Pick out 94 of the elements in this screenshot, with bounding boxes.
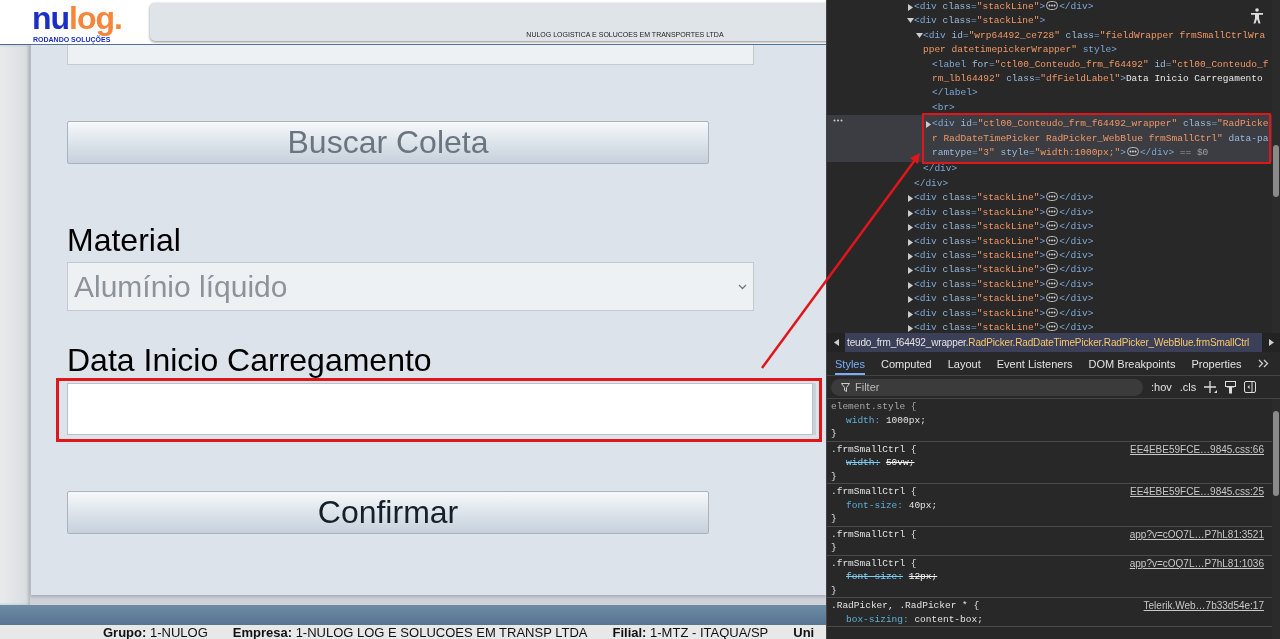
source-link[interactable]: Telerik.Web…7b33d54e:17 bbox=[1143, 599, 1264, 613]
expand-arrow-icon[interactable] bbox=[925, 121, 931, 129]
css-declaration: width: 50vw; bbox=[845, 456, 916, 470]
dom-node[interactable]: <div id="wrp64492_ce728" class="fieldWrapper frmSmallCtrlWrapper datetimepickerWrapper" style> bbox=[827, 28, 1272, 58]
panel-tab[interactable]: Layout bbox=[947, 352, 981, 375]
source-link[interactable]: EE4EBE59FCE…9845.css:25 bbox=[1130, 485, 1264, 499]
source-link[interactable]: app?v=cOQ7L…P7hL81:3521 bbox=[1129, 527, 1264, 541]
dom-node[interactable]: <div class="stackLine"> </div> bbox=[827, 292, 1272, 307]
filter-icon bbox=[841, 382, 850, 392]
expand-arrow-icon[interactable] bbox=[907, 296, 913, 304]
css-selector: .frmSmallCtrl { bbox=[831, 556, 917, 570]
closing-brace: } bbox=[831, 427, 838, 441]
css-selector: .frmSmallCtrl { bbox=[831, 442, 917, 456]
dom-node[interactable]: <div class="stackLine"> </div> bbox=[827, 234, 1272, 249]
closing-brace: } bbox=[831, 512, 838, 526]
dom-node[interactable]: <label for="ctl00_Conteudo_frm_f64492" id="ctl00_Conteudo_frm_lbl64492" class="dfFieldLabel">Data Inicio Carregamento </label> bbox=[827, 57, 1272, 101]
closing-brace: } bbox=[831, 583, 838, 597]
ellipsis-icon[interactable] bbox=[1046, 249, 1059, 259]
css-declaration: font-size: 12px; bbox=[845, 570, 939, 584]
expand-arrow-icon[interactable] bbox=[907, 310, 913, 318]
panel-tab[interactable]: Computed bbox=[880, 352, 932, 375]
accessibility-icon[interactable] bbox=[1250, 8, 1264, 24]
highlight-frame: <div id="ctl00_Conteudo_frm_f64492_wrapper" class="RadPicker RadDateTimePicker RadPicker_WebBlue frmSmallCtrl" data-paramtype="3" style="width:1000px;"> </div> == $0 bbox=[922, 113, 1271, 165]
ellipsis-icon[interactable] bbox=[1046, 221, 1059, 231]
css-selector: .RadPicker, .RadPicker * { bbox=[831, 599, 980, 613]
ellipsis-icon[interactable] bbox=[1046, 235, 1059, 245]
ellipsis-icon[interactable] bbox=[1126, 147, 1139, 157]
dom-node[interactable]: <div class="stackLine"> </div> bbox=[827, 263, 1272, 278]
dom-node[interactable]: <div id="ctl00_Conteudo_frm_f64492_wrapper" class="RadPicker RadDateTimePicker RadPicker_WebBlue frmSmallCtrl" data-paramtype="3" style="width:1000px;"> </div> == $0 bbox=[827, 115, 1272, 163]
status-item: Uni bbox=[793, 625, 815, 639]
expand-arrow-icon[interactable] bbox=[907, 252, 913, 260]
scroll-right-icon[interactable] bbox=[1268, 339, 1274, 346]
field-label: Material bbox=[67, 222, 181, 258]
ellipsis-icon[interactable] bbox=[1046, 321, 1059, 331]
panel-tab[interactable]: Properties bbox=[1191, 352, 1242, 375]
toolbar-button[interactable]: .cls bbox=[1179, 381, 1197, 393]
closing-brace: } bbox=[831, 469, 838, 483]
toolbar-button[interactable]: :hov bbox=[1151, 381, 1172, 393]
dom-node[interactable]: <div class="stackLine"> </div> bbox=[827, 320, 1272, 333]
dom-node[interactable]: <br> bbox=[827, 100, 1272, 116]
paint-roller-icon[interactable] bbox=[1225, 380, 1237, 394]
expand-arrow-icon[interactable] bbox=[907, 238, 913, 246]
dom-node[interactable]: <div class="stackLine"> bbox=[827, 14, 1272, 29]
more-icon[interactable] bbox=[833, 119, 843, 123]
expand-arrow-icon[interactable] bbox=[907, 195, 913, 203]
css-declaration: width: 1000px; bbox=[845, 413, 927, 427]
ellipsis-icon[interactable] bbox=[1046, 264, 1059, 274]
ellipsis-icon[interactable] bbox=[1046, 1, 1059, 10]
css-selector: .frmSmallCtrl { bbox=[831, 527, 917, 541]
logo-wordmark: nulog. bbox=[32, 0, 122, 36]
dom-node[interactable]: <div class="stackLine"> </div> bbox=[827, 0, 1272, 15]
dom-node[interactable]: <div class="stackLine"> </div> bbox=[827, 306, 1272, 321]
css-declaration: font-size: 40px; bbox=[845, 498, 939, 512]
sidebar-toggle-icon[interactable] bbox=[1244, 381, 1257, 393]
ellipsis-icon[interactable] bbox=[1046, 206, 1059, 216]
panel-tab[interactable]: Styles bbox=[835, 352, 865, 375]
dom-node[interactable]: <div class="stackLine"> </div> bbox=[827, 220, 1272, 235]
source-link[interactable]: app?v=cOQ7L…P7hL81:1036 bbox=[1129, 556, 1264, 570]
expand-arrow-icon[interactable] bbox=[907, 324, 913, 332]
panel-tab[interactable]: Event Listeners bbox=[996, 352, 1073, 375]
expand-arrow-icon[interactable] bbox=[907, 267, 913, 275]
status-item: Empresa: 1-NULOG LOG E SOLUCOES EM TRANSP LTDA bbox=[232, 625, 588, 639]
date-field[interactable] bbox=[67, 383, 813, 435]
panel-tab[interactable]: DOM Breakpoints bbox=[1088, 352, 1176, 375]
collapse-arrow-icon[interactable] bbox=[915, 32, 923, 39]
dom-node[interactable]: <div class="stackLine"> </div> bbox=[827, 277, 1272, 293]
collapse-arrow-icon[interactable] bbox=[906, 18, 914, 25]
dom-node[interactable]: <div class="stackLine"> </div> bbox=[827, 248, 1272, 264]
dom-node[interactable]: <div class="stackLine"> </div> bbox=[827, 205, 1272, 221]
ellipsis-icon[interactable] bbox=[1046, 307, 1059, 317]
filter-field[interactable]: Filter bbox=[831, 378, 1143, 396]
ellipsis-icon[interactable] bbox=[1046, 293, 1059, 303]
expand-arrow-icon[interactable] bbox=[907, 4, 913, 11]
expand-arrow-icon[interactable] bbox=[907, 281, 913, 289]
more-tabs-icon[interactable] bbox=[1257, 359, 1269, 368]
css-selector: .frmSmallCtrl { bbox=[831, 485, 917, 499]
ellipsis-icon[interactable] bbox=[1046, 192, 1059, 202]
form-button[interactable]: Confirmar bbox=[67, 491, 709, 534]
dom-node[interactable]: </div> bbox=[827, 176, 1272, 192]
ellipsis-icon[interactable] bbox=[1046, 278, 1059, 288]
field-label: Data Inicio Carregamento bbox=[67, 342, 432, 378]
input-field[interactable] bbox=[67, 45, 754, 65]
status-item: Grupo: 1-NULOG bbox=[103, 625, 208, 639]
expand-arrow-icon[interactable] bbox=[907, 224, 913, 232]
closing-brace: } bbox=[831, 541, 838, 555]
plus-icon[interactable] bbox=[1204, 380, 1218, 394]
status-item: Filial: 1-MTZ - ITAQUA/SP bbox=[612, 625, 769, 639]
source-link[interactable]: EE4EBE59FCE…9845.css:66 bbox=[1130, 442, 1264, 456]
dom-node[interactable]: <div class="stackLine"> </div> bbox=[827, 191, 1272, 206]
expand-arrow-icon[interactable] bbox=[907, 209, 913, 217]
dom-node[interactable]: </div> bbox=[827, 162, 1272, 177]
css-declaration: box-sizing: content-box; bbox=[845, 612, 984, 626]
scroll-left-icon[interactable] bbox=[833, 339, 839, 346]
css-selector: element.style { bbox=[831, 400, 917, 414]
